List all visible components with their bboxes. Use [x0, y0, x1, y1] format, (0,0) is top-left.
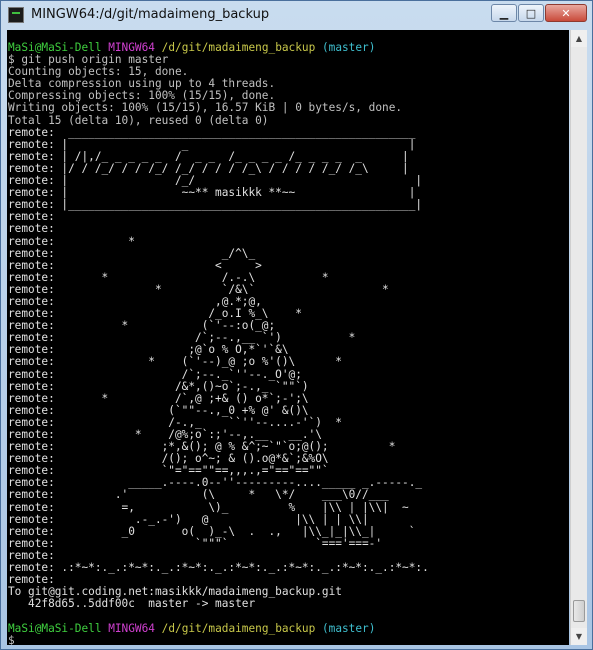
terminal-text: MaSi@MaSi-Dell MINGW64 /d/git/madaimeng_…: [7, 30, 569, 645]
window-title: MINGW64:/d/git/madaimeng_backup: [31, 7, 270, 22]
prompt-path: /d/git/madaimeng_backup: [161, 41, 316, 54]
vertical-scrollbar[interactable]: ▲ ▼: [570, 30, 587, 645]
push-progress-output: Counting objects: 15, done. Delta compre…: [8, 65, 403, 127]
remote-ascii-art-output: remote: ________________________________…: [8, 125, 429, 611]
scroll-thumb[interactable]: [573, 600, 585, 622]
terminal-app-icon[interactable]: [8, 7, 24, 23]
prompt-branch: (master): [321, 621, 376, 635]
prompt-env: MINGW64: [108, 41, 155, 54]
scroll-up-button[interactable]: ▲: [571, 30, 587, 47]
title-bar[interactable]: MINGW64:/d/git/madaimeng_backup ▁ □ ✕: [1, 1, 592, 29]
prompt-path: /d/git/madaimeng_backup: [161, 621, 316, 635]
scroll-down-button[interactable]: ▼: [571, 628, 587, 645]
terminal-window: MINGW64:/d/git/madaimeng_backup ▁ □ ✕ Ma…: [0, 0, 593, 650]
terminal-output-area[interactable]: MaSi@MaSi-Dell MINGW64 /d/git/madaimeng_…: [7, 30, 569, 645]
prompt-branch: (master): [321, 41, 376, 54]
close-button[interactable]: ✕: [545, 4, 587, 22]
minimize-button[interactable]: ▁: [491, 4, 517, 22]
input-prompt[interactable]: $: [8, 634, 15, 645]
prompt-user: MaSi@MaSi-Dell: [8, 41, 102, 54]
maximize-button[interactable]: □: [518, 4, 544, 22]
window-controls: ▁ □ ✕: [491, 4, 587, 22]
command-line: $ git push origin master: [8, 53, 169, 67]
prompt-env: MINGW64: [108, 621, 155, 635]
prompt-user: MaSi@MaSi-Dell: [8, 621, 102, 635]
